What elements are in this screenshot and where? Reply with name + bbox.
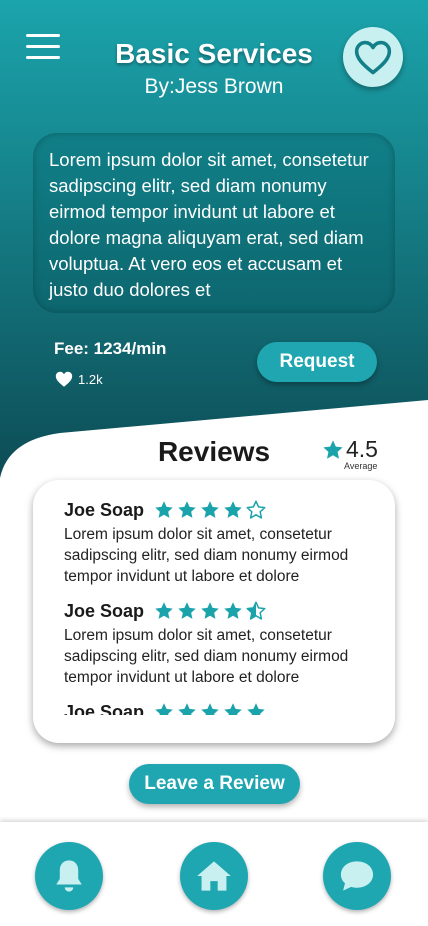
review-item: Joe Soap Lorem ipsum dolor sit amet, cons… (33, 597, 395, 688)
service-description: Lorem ipsum dolor sit amet, consetetur s… (49, 149, 369, 300)
star-icon (323, 439, 343, 459)
reviews-list[interactable]: Joe Soap Lorem ipsum dolor sit amet, cons… (33, 496, 395, 715)
bottom-nav (0, 822, 428, 926)
likes-value: 1.2k (78, 371, 103, 387)
reviewer-name: Joe Soap (64, 499, 145, 520)
star-icon (224, 501, 242, 518)
messages-button[interactable] (323, 842, 391, 910)
leave-review-button[interactable]: Leave a Review (129, 764, 300, 804)
description-card: Lorem ipsum dolor sit amet, consetetur s… (33, 133, 395, 313)
heart-filled-icon (55, 371, 73, 387)
menu-icon (26, 34, 60, 37)
half-star-icon (246, 601, 266, 620)
star-icon (178, 501, 196, 518)
star-icon (155, 703, 173, 715)
average-rating: 4.5 (322, 436, 378, 463)
home-button[interactable] (180, 842, 248, 910)
favorite-button[interactable] (343, 27, 403, 87)
review-item: Joe Soap (33, 698, 395, 715)
star-icon (224, 703, 242, 715)
review-header: Joe Soap (64, 496, 395, 524)
service-screen: Basic Services By:Jess Brown Lorem ipsum… (0, 0, 428, 926)
review-text: Lorem ipsum dolor sit amet, consetetur s… (64, 627, 349, 686)
empty-star-icon (246, 500, 266, 519)
star-icon (201, 602, 219, 619)
average-rating-value: 4.5 (346, 436, 378, 462)
star-icon (178, 703, 196, 715)
likes-count: 1.2k (54, 370, 103, 388)
star-icon (201, 703, 219, 715)
star-icon (224, 602, 242, 619)
fee-label: Fee: 1234/min (54, 339, 167, 358)
review-text: Lorem ipsum dolor sit amet, consetetur s… (64, 526, 349, 585)
review-stars (154, 500, 266, 520)
star-icon (201, 501, 219, 518)
review-header: Joe Soap (64, 698, 395, 715)
notifications-button[interactable] (35, 842, 103, 910)
chat-icon (340, 861, 374, 891)
reviewer-name: Joe Soap (64, 600, 145, 621)
review-header: Joe Soap (64, 597, 395, 625)
reviews-card: Joe Soap Lorem ipsum dolor sit amet, cons… (33, 480, 395, 743)
star-icon (247, 703, 265, 715)
review-stars (154, 702, 266, 715)
bell-icon (56, 860, 82, 892)
review-item: Joe Soap Lorem ipsum dolor sit amet, cons… (33, 496, 395, 587)
review-stars (154, 601, 266, 621)
reviewer-name: Joe Soap (64, 701, 145, 716)
average-label: Average (344, 461, 378, 471)
star-icon (178, 602, 196, 619)
home-icon (197, 861, 231, 891)
star-icon (155, 602, 173, 619)
heart-icon (354, 40, 392, 75)
star-icon (155, 501, 173, 518)
request-button[interactable]: Request (257, 342, 377, 382)
